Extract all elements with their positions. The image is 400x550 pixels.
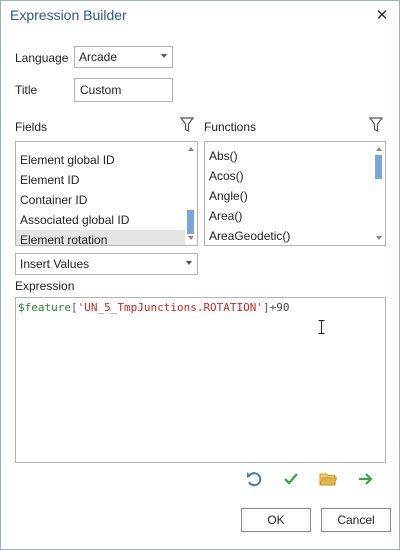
field-item-associated-global-id[interactable]: Associated global ID xyxy=(16,210,186,230)
open-folder-icon[interactable] xyxy=(319,470,337,488)
scroll-thumb[interactable] xyxy=(187,210,194,234)
code-field-string: 'UN_5_TmpJunctions.ROTATION' xyxy=(77,301,264,314)
language-label: Language xyxy=(15,51,69,65)
code-bracket-close: ] xyxy=(263,301,270,314)
verify-check-icon[interactable] xyxy=(282,470,300,488)
title-bar: Expression Builder ✕ xyxy=(1,1,399,31)
function-item-area[interactable]: Area() xyxy=(205,206,373,226)
fields-list[interactable]: Element global ID Element ID Container I… xyxy=(15,141,198,246)
expression-editor[interactable]: $feature['UN_5_TmpJunctions.ROTATION']+9… xyxy=(15,297,386,463)
language-value: Arcade xyxy=(79,50,118,64)
function-item-areageodetic[interactable]: AreaGeodetic() xyxy=(205,226,373,245)
fields-label: Fields xyxy=(15,120,48,134)
list-item-partial xyxy=(16,142,186,150)
chevron-down-icon xyxy=(186,261,192,265)
title-label: Title xyxy=(15,83,38,97)
ok-button[interactable]: OK xyxy=(241,508,311,532)
scroll-up-icon[interactable] xyxy=(188,147,194,151)
code-line: $feature['UN_5_TmpJunctions.ROTATION']+9… xyxy=(18,301,383,315)
insert-values-dropdown[interactable]: Insert Values xyxy=(15,253,198,275)
scroll-down-icon[interactable] xyxy=(376,236,382,240)
insert-values-label: Insert Values xyxy=(20,257,90,271)
scroll-thumb[interactable] xyxy=(375,155,382,179)
close-icon[interactable]: ✕ xyxy=(373,7,391,25)
language-dropdown[interactable]: Arcade xyxy=(74,46,173,68)
dialog-title: Expression Builder xyxy=(10,7,127,23)
field-item-element-rotation[interactable]: Element rotation xyxy=(16,230,186,245)
undo-icon[interactable] xyxy=(245,470,263,488)
function-item-abs[interactable]: Abs() xyxy=(205,146,373,166)
expression-builder-dialog: Expression Builder ✕ Language Arcade Tit… xyxy=(0,0,400,550)
fields-scrollbar[interactable] xyxy=(185,142,197,245)
field-item-element-global-id[interactable]: Element global ID xyxy=(16,150,186,170)
field-item-container-id[interactable]: Container ID xyxy=(16,190,186,210)
text-cursor-icon xyxy=(318,320,325,334)
code-number: 90 xyxy=(276,301,290,314)
export-arrow-icon[interactable] xyxy=(357,470,375,488)
function-item-angle[interactable]: Angle() xyxy=(205,186,373,206)
functions-label: Functions xyxy=(204,120,257,134)
functions-filter-icon[interactable] xyxy=(369,117,383,133)
title-input[interactable]: Custom xyxy=(74,78,173,102)
field-item-element-id[interactable]: Element ID xyxy=(16,170,186,190)
scroll-down-icon[interactable] xyxy=(188,236,194,240)
functions-scrollbar[interactable] xyxy=(373,142,385,245)
scroll-up-icon[interactable] xyxy=(376,147,382,151)
cancel-button[interactable]: Cancel xyxy=(321,508,391,532)
expression-label: Expression xyxy=(15,279,75,293)
chevron-down-icon xyxy=(161,54,167,58)
code-bracket-open: [ xyxy=(70,301,78,314)
function-item-acos[interactable]: Acos() xyxy=(205,166,373,186)
code-feature-var: $feature xyxy=(18,301,71,314)
fields-filter-icon[interactable] xyxy=(180,117,194,133)
title-input-value: Custom xyxy=(80,83,122,97)
functions-list[interactable]: Abs() Acos() Angle() Area() AreaGeodetic… xyxy=(204,141,386,246)
